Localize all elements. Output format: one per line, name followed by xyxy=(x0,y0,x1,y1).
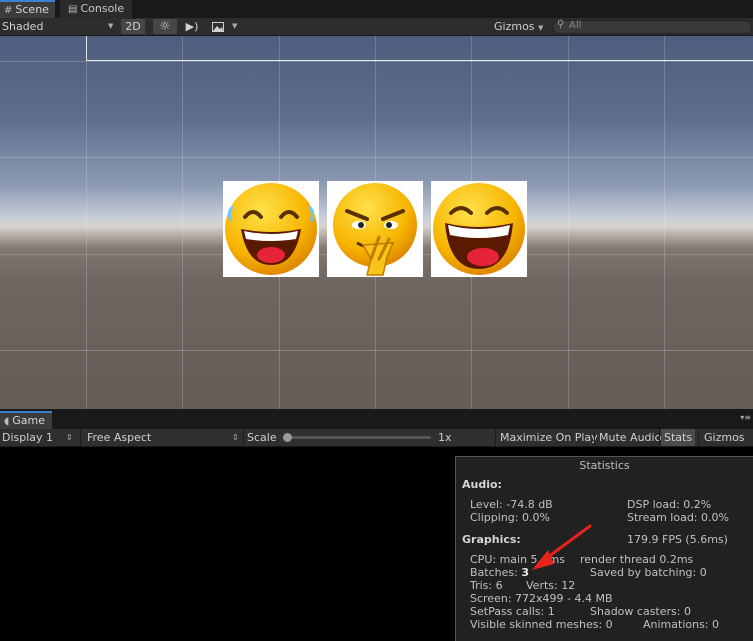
audio-header: Audio: xyxy=(462,478,502,491)
toggle-2d-button[interactable]: 2D xyxy=(121,19,145,34)
animations-count: Animations: 0 xyxy=(643,618,720,631)
screen-info: Screen: 772x499 - 4.4 MB xyxy=(470,592,613,605)
scene-tab-bar: # Scene ▤ Console xyxy=(0,0,753,18)
laughing-emoji-icon xyxy=(225,183,317,275)
verts-count: Verts: 12 xyxy=(526,579,576,592)
grinning-emoji-sprite[interactable] xyxy=(431,181,527,277)
panel-menu-icon[interactable]: ▾≡ xyxy=(740,413,751,422)
effects-toggle-button[interactable] xyxy=(207,19,229,34)
tab-game-label: Game xyxy=(12,414,46,427)
mischievous-emoji-icon xyxy=(333,183,417,276)
scale-value: 1x xyxy=(438,431,452,444)
search-icon: ⚲ xyxy=(557,19,565,30)
audio-toggle-button[interactable]: ▶) xyxy=(180,19,204,34)
tab-scene-label: Scene xyxy=(15,3,49,16)
grid-line xyxy=(0,157,753,158)
graphics-header: Graphics: xyxy=(462,533,521,546)
hash-grid-icon: # xyxy=(4,5,13,16)
stats-label: Stats xyxy=(664,431,693,444)
effects-chevron-down-icon[interactable]: ▼ xyxy=(232,18,237,35)
aspect-label: Free Aspect xyxy=(87,431,152,444)
aspect-dropdown[interactable]: Free Aspect xyxy=(87,429,151,446)
gizmos-chevron-down-icon: ▼ xyxy=(538,24,544,32)
laughing-emoji-sprite[interactable] xyxy=(223,181,319,277)
camera-frame-outline xyxy=(86,36,753,61)
tab-scene[interactable]: # Scene xyxy=(0,0,55,18)
display-label: Display 1 xyxy=(2,431,54,444)
batches-prefix: Batches: xyxy=(470,566,522,579)
visible-skinned-meshes: Visible skinned meshes: 0 xyxy=(470,618,613,631)
draw-mode-label: Shaded xyxy=(2,20,44,33)
stream-load: Stream load: 0.0% xyxy=(627,511,729,524)
scale-slider-track[interactable] xyxy=(283,433,431,442)
scene-gizmos-label: Gizmos xyxy=(494,20,535,33)
console-icon: ▤ xyxy=(68,4,78,15)
stats-toggle-button[interactable]: Stats xyxy=(661,429,696,446)
fps-readout: 179.9 FPS (5.6ms) xyxy=(627,533,728,546)
pacman-icon: ◖ xyxy=(4,416,10,427)
display-dropdown[interactable]: Display 1 xyxy=(2,429,53,446)
game-gizmos-label: Gizmos xyxy=(704,431,745,444)
chevron-down-icon: ▼ xyxy=(108,22,114,30)
statistics-panel: Statistics Audio: Level: -74.8 dB DSP lo… xyxy=(455,456,753,641)
audio-level: Level: -74.8 dB xyxy=(470,498,553,511)
grid-line xyxy=(664,36,665,409)
draw-mode-dropdown[interactable]: Shaded xyxy=(2,18,43,35)
game-toolbar: Display 1 ⇕ Free Aspect ⇕ Scale 1x Maxim… xyxy=(0,429,753,447)
tris-count: Tris: 6 xyxy=(470,579,503,592)
mischievous-emoji-sprite[interactable] xyxy=(327,181,423,277)
scale-label: Scale xyxy=(247,431,277,444)
grid-line xyxy=(182,36,183,409)
mute-audio-button[interactable]: Mute Audio xyxy=(596,429,664,446)
tab-game[interactable]: ◖ Game xyxy=(0,411,52,429)
scene-search-input[interactable]: ⚲ All xyxy=(552,19,752,34)
tab-console[interactable]: ▤ Console xyxy=(60,0,132,18)
image-icon xyxy=(212,22,224,32)
speaker-icon: ▶) xyxy=(185,20,199,33)
game-tab-bar: ◖ Game ▾≡ xyxy=(0,409,753,429)
shadow-casters: Shadow casters: 0 xyxy=(590,605,691,618)
game-gizmos-button[interactable]: Gizmos xyxy=(701,429,748,446)
aspect-updown-icon: ⇕ xyxy=(232,433,239,442)
updown-icon: ⇕ xyxy=(66,433,73,442)
grid-line xyxy=(568,36,569,409)
grinning-emoji-icon xyxy=(433,183,525,275)
setpass-calls: SetPass calls: 1 xyxy=(470,605,555,618)
lighting-toggle-button[interactable]: ☼ xyxy=(153,19,177,34)
search-placeholder: All xyxy=(569,20,582,31)
scene-gizmos-dropdown[interactable]: Gizmos ▼ xyxy=(494,18,543,37)
dsp-load: DSP load: 0.2% xyxy=(627,498,712,511)
tab-console-label: Console xyxy=(80,2,125,15)
scale-slider-handle[interactable] xyxy=(283,433,292,442)
maximize-on-play-button[interactable]: Maximize On Play xyxy=(497,429,601,446)
maximize-on-play-label: Maximize On Play xyxy=(500,431,598,444)
statistics-title: Statistics xyxy=(579,459,630,472)
grid-line xyxy=(0,61,753,62)
toggle-2d-label: 2D xyxy=(125,20,141,33)
sun-icon: ☼ xyxy=(159,19,171,34)
grid-line xyxy=(86,36,87,409)
saved-by-batching: Saved by batching: 0 xyxy=(590,566,707,579)
annotation-arrow-icon xyxy=(532,524,592,570)
mute-audio-label: Mute Audio xyxy=(599,431,662,444)
grid-line xyxy=(0,350,753,351)
